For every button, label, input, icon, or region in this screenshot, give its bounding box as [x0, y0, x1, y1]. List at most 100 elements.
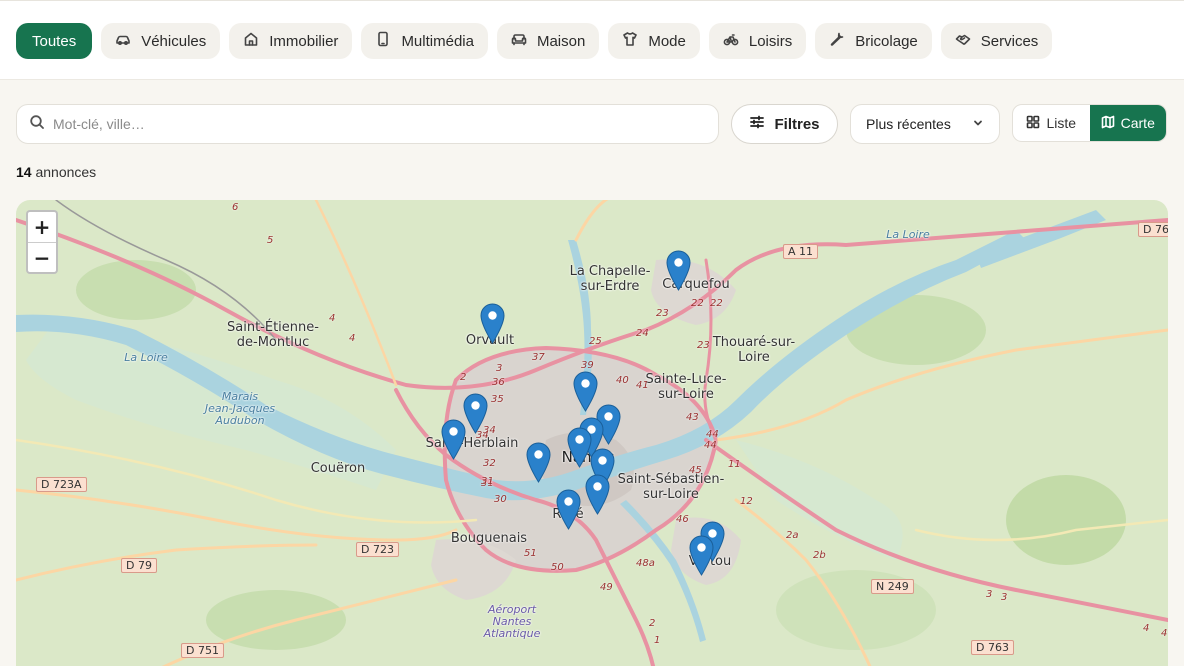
- map-marker-pin[interactable]: [665, 250, 691, 291]
- map-place-label: sur-Loire: [643, 487, 699, 502]
- bike-icon: [723, 31, 739, 51]
- map-road-number: 2b: [813, 550, 826, 561]
- grid-icon: [1026, 115, 1040, 132]
- house-icon: [243, 31, 259, 51]
- map-road-shield: D 751: [181, 643, 224, 658]
- map-marker-pin[interactable]: [555, 489, 581, 530]
- handshake-icon: [955, 31, 971, 51]
- map-road-shield: D 763: [971, 640, 1014, 655]
- map-road-number: 35: [491, 394, 504, 405]
- category-label: Loisirs: [748, 32, 793, 50]
- search-input[interactable]: [53, 116, 693, 132]
- map-marker-pin[interactable]: [584, 474, 610, 515]
- map-view[interactable]: La Chapelle-sur-Erdre Carquefou Saint-Étie…: [16, 200, 1168, 666]
- category-label: Mode: [648, 32, 686, 50]
- map-road-number: 43: [686, 412, 699, 423]
- category-loisirs[interactable]: Loisirs: [708, 23, 807, 59]
- map-road-number: 30: [494, 494, 507, 505]
- results-number: 14: [16, 164, 32, 180]
- map-marker-pin[interactable]: [462, 393, 488, 434]
- sort-selected: Plus récentes: [866, 116, 951, 132]
- map-road-number: 1: [654, 635, 661, 646]
- search-icon: [29, 114, 45, 135]
- map-place-label: Saint-Étienne-: [227, 320, 319, 335]
- map-road-number: 4: [1161, 628, 1168, 639]
- map-road-shield: A 11: [783, 244, 819, 259]
- map-marker-pin[interactable]: [572, 371, 598, 412]
- map-place-label: de-Montluc: [236, 335, 310, 350]
- category-bricolage[interactable]: Bricolage: [815, 23, 932, 59]
- map-road-number: 46: [676, 514, 689, 525]
- category-label: Multimédia: [401, 32, 474, 50]
- view-toggle: Liste Carte: [1012, 104, 1167, 142]
- category-immobilier[interactable]: Immobilier: [229, 23, 353, 59]
- shirt-icon: [622, 31, 638, 51]
- map-road-number: 11: [728, 459, 741, 470]
- map-place-label: Thouaré-sur-: [712, 335, 796, 350]
- map-marker-pin[interactable]: [525, 442, 551, 483]
- map-marker-pin[interactable]: [479, 303, 505, 344]
- map-road-number: 41: [636, 380, 649, 391]
- map-road-number: 32: [483, 458, 496, 469]
- map-road-number: 22: [691, 298, 704, 309]
- map-road-number: 3: [496, 363, 503, 374]
- category-services[interactable]: Services: [940, 23, 1053, 59]
- view-list-button[interactable]: Liste: [1013, 105, 1090, 141]
- map-road-shield: D 723: [356, 542, 399, 557]
- map-icon: [1101, 115, 1115, 132]
- map-place-label: La Loire: [124, 351, 168, 364]
- map-road-number: 4: [329, 313, 336, 324]
- map-road-number: 31: [481, 476, 494, 487]
- view-map-button[interactable]: Carte: [1089, 105, 1166, 141]
- map-road-number: 44: [704, 440, 717, 451]
- category-vehicules[interactable]: Véhicules: [101, 23, 221, 59]
- map-road-number: 4: [349, 333, 356, 344]
- category-label: Véhicules: [141, 32, 207, 50]
- sofa-icon: [511, 31, 527, 51]
- map-road-number: 40: [616, 375, 629, 386]
- category-label: Bricolage: [855, 32, 918, 50]
- map-road-number: 4: [1143, 623, 1150, 634]
- map-place-label: Couëron: [310, 461, 366, 476]
- map-place-label: Bouguenais: [450, 531, 528, 546]
- category-maison[interactable]: Maison: [496, 23, 600, 59]
- category-label: Immobilier: [269, 32, 339, 50]
- map-place-label: Carquefou: [662, 277, 730, 292]
- search-bar[interactable]: [16, 104, 719, 144]
- map-road-number: 51: [524, 548, 537, 559]
- map-road-number: 50: [551, 562, 564, 573]
- category-label: Toutes: [32, 32, 77, 50]
- map-road-number: 25: [589, 336, 602, 347]
- map-road-number: 24: [636, 328, 649, 339]
- map-marker-pin[interactable]: [688, 535, 714, 576]
- sliders-icon: [749, 114, 765, 134]
- chevron-down-icon: [972, 116, 984, 132]
- category-list: Toutes Véhicules Immobilier Multimédia M…: [16, 23, 1053, 59]
- wrench-icon: [829, 31, 845, 51]
- map-place-label: Loire: [738, 350, 770, 365]
- filters-label: Filtres: [774, 115, 820, 133]
- filters-button[interactable]: Filtres: [731, 104, 838, 144]
- map-road-number: 49: [600, 582, 613, 593]
- phone-icon: [375, 31, 391, 51]
- zoom-in-button[interactable]: +: [28, 212, 56, 242]
- sort-select[interactable]: Plus récentes: [850, 104, 1000, 144]
- map-road-number: 3: [986, 589, 993, 600]
- map-marker-pin[interactable]: [566, 427, 592, 468]
- map-road-shield: D 79: [121, 558, 157, 573]
- map-road-number: 3: [1001, 592, 1008, 603]
- map-road-number: 23: [656, 308, 669, 319]
- view-list-label: Liste: [1046, 115, 1077, 131]
- category-toutes[interactable]: Toutes: [16, 23, 93, 59]
- zoom-control: + −: [26, 210, 58, 274]
- map-road-number: 48a: [636, 558, 655, 569]
- category-multimedia[interactable]: Multimédia: [361, 23, 488, 59]
- map-place-label: Audubon: [215, 414, 265, 427]
- map-road-number: 2: [460, 372, 467, 383]
- map-road-number: 23: [697, 340, 710, 351]
- zoom-out-button[interactable]: −: [28, 242, 56, 272]
- map-road-number: 2a: [786, 530, 799, 541]
- map-marker-pin[interactable]: [440, 419, 466, 460]
- map-road-shield: D 723A: [36, 477, 87, 492]
- category-mode[interactable]: Mode: [608, 23, 700, 59]
